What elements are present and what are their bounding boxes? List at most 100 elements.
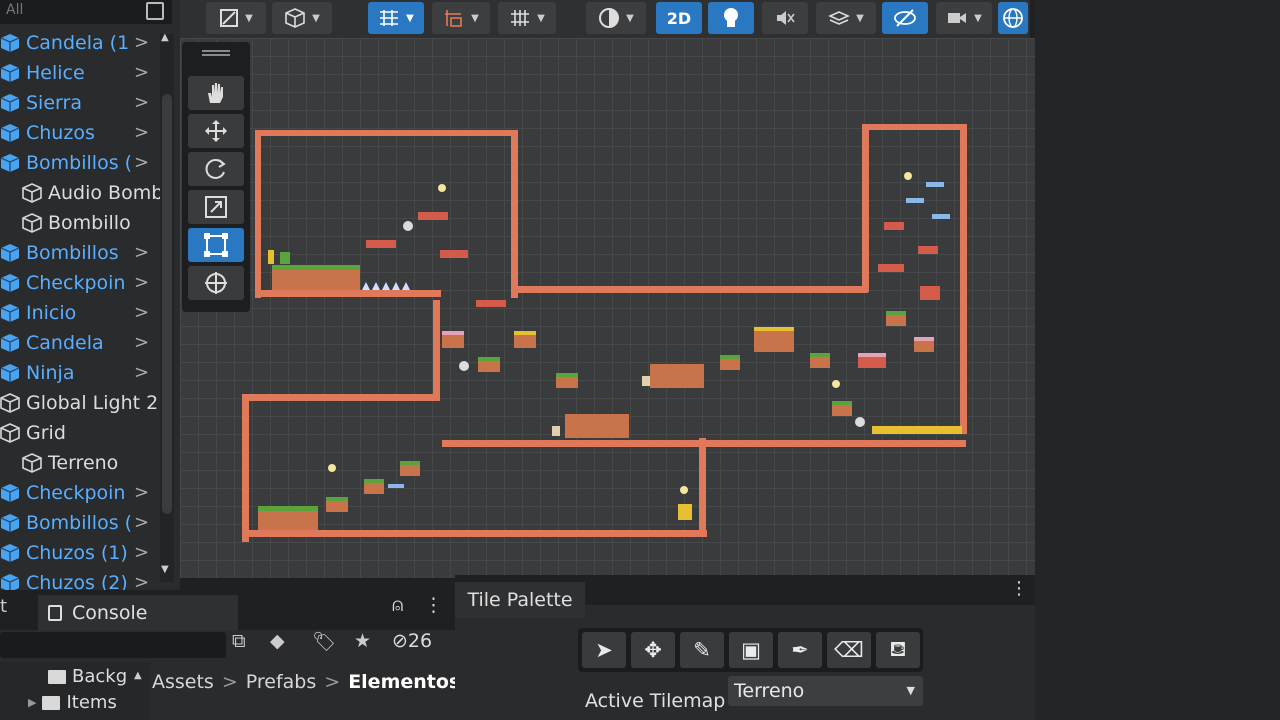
transform-tool-button[interactable] <box>188 266 244 300</box>
chevron-down-icon: ▼ <box>856 12 864 24</box>
rect-tool-button[interactable] <box>188 228 244 262</box>
breadcrumb-item[interactable]: Prefabs <box>246 671 317 693</box>
mode-2d-toggle[interactable]: 2D <box>656 2 702 34</box>
globe-icon <box>1003 8 1023 28</box>
lock-icon[interactable]: ⍝ <box>392 594 403 616</box>
hierarchy-item[interactable]: Chuzos (1) > <box>0 538 149 568</box>
folder-item[interactable]: Backg <box>48 666 127 687</box>
pick-tool-button[interactable]: ✒ <box>778 632 822 668</box>
scroll-down-icon[interactable]: ▼ <box>161 564 169 575</box>
folder-label: Items <box>66 692 117 713</box>
lighting-toggle[interactable] <box>708 2 754 34</box>
drag-handle-icon[interactable] <box>202 50 230 52</box>
hierarchy-item[interactable]: Ninja > <box>0 358 149 388</box>
hierarchy-search-field[interactable]: All <box>0 0 172 24</box>
filter-by-label-icon[interactable]: 🏷 <box>312 630 336 653</box>
draw-mode-button[interactable]: ▼ <box>206 2 266 34</box>
gizmos-globe-toggle[interactable] <box>998 2 1028 34</box>
audio-toggle[interactable] <box>762 2 808 34</box>
hierarchy-item[interactable]: Bombillos (> <box>0 148 149 178</box>
hierarchy-item[interactable]: Checkpoin > <box>0 268 149 298</box>
hierarchy-item[interactable]: Terreno <box>22 448 118 478</box>
effects-button[interactable]: ▼ <box>816 2 876 34</box>
scene-tools-palette <box>182 42 250 312</box>
folder-tree: Backg ▶ Items ▲ <box>0 662 150 720</box>
project-tab-stub[interactable]: t <box>0 596 7 617</box>
hidden-packages-counter[interactable]: ⊘26 <box>392 630 432 652</box>
hierarchy-scroll-thumb[interactable] <box>162 94 172 514</box>
rotate-tool-button[interactable] <box>188 152 244 186</box>
scene-toolbar: ▼ ▼ ▼ ▼ ▼ ▼ 2D ▼ ▼ <box>180 0 1030 38</box>
scene-visibility-toggle[interactable] <box>882 2 928 34</box>
scroll-up-icon[interactable]: ▲ <box>134 670 142 681</box>
hierarchy-item[interactable]: Global Light 2 <box>0 388 158 418</box>
chevron-right-icon[interactable]: > <box>134 332 149 353</box>
hand-tool-button[interactable] <box>188 76 244 110</box>
chevron-right-icon[interactable]: > <box>134 272 149 293</box>
hierarchy-item[interactable]: Candela > <box>0 328 149 358</box>
breadcrumb-current[interactable]: Elementos <box>348 671 460 693</box>
move-arrows-icon <box>205 120 227 142</box>
hierarchy-item[interactable]: Grid <box>0 418 66 448</box>
gizmo-toggle-button[interactable]: ▼ <box>368 2 424 34</box>
shading-mode-button[interactable]: ▼ <box>272 2 332 34</box>
hierarchy-item-label: Candela <box>26 332 104 354</box>
folder-item[interactable]: ▶ Items <box>28 692 117 713</box>
hierarchy-item[interactable]: Chuzos > <box>0 118 149 148</box>
hierarchy-item[interactable]: Candela (1 > <box>0 28 149 58</box>
chevron-right-icon[interactable]: > <box>134 542 149 563</box>
hierarchy-item[interactable]: Helice > <box>0 58 149 88</box>
scroll-up-icon[interactable]: ▲ <box>161 32 169 43</box>
move-tool-button[interactable] <box>188 114 244 148</box>
more-options-icon[interactable]: ⋮ <box>424 594 443 616</box>
folder-label: Backg <box>72 666 128 687</box>
box-fill-tool-button[interactable]: ▣ <box>729 632 773 668</box>
chevron-right-icon[interactable]: > <box>134 572 149 590</box>
paint-brush-tool-button[interactable]: ✎ <box>680 632 724 668</box>
scene-view[interactable] <box>180 38 1035 578</box>
hierarchy-item[interactable]: Bombillo <box>22 208 131 238</box>
camera-button[interactable]: ▼ <box>936 2 992 34</box>
chevron-right-icon[interactable]: ▶ <box>28 696 36 709</box>
more-options-icon[interactable]: ⋮ <box>1010 578 1028 599</box>
tab-console[interactable]: Console <box>38 595 238 631</box>
chevron-right-icon[interactable]: > <box>134 482 149 503</box>
hierarchy-item[interactable]: Checkpoin > <box>0 478 149 508</box>
chevron-right-icon[interactable]: > <box>134 242 149 263</box>
snap-button[interactable]: ▼ <box>432 2 490 34</box>
hierarchy-item[interactable]: Audio Bomb <box>22 178 163 208</box>
favorite-star-icon[interactable]: ★ <box>354 630 371 652</box>
hierarchy-item[interactable]: Bombillos (> <box>0 508 149 538</box>
hierarchy-item-label: Ninja <box>26 362 75 384</box>
filter-by-type-icon[interactable]: ◆ <box>270 630 285 652</box>
select-tool-button[interactable]: ➤ <box>582 632 626 668</box>
chevron-right-icon[interactable]: > <box>134 62 149 83</box>
project-search-input[interactable] <box>0 632 226 658</box>
render-mode-button[interactable]: ▼ <box>586 2 646 34</box>
erase-tool-button[interactable]: ⌫ <box>827 632 871 668</box>
hierarchy-scrollbar[interactable]: ▲ ▼ <box>160 32 174 582</box>
hierarchy-item-label: Bombillos ( <box>26 152 133 174</box>
scale-tool-button[interactable] <box>188 190 244 224</box>
hierarchy-item[interactable]: Sierra > <box>0 88 149 118</box>
tile-move-tool-button[interactable]: ✥ <box>631 632 675 668</box>
chevron-right-icon[interactable]: > <box>134 512 149 533</box>
rect-transform-icon <box>204 233 228 257</box>
chevron-right-icon[interactable]: > <box>134 152 149 173</box>
hierarchy-item[interactable]: Inicio > <box>0 298 149 328</box>
chevron-right-icon[interactable]: > <box>134 302 149 323</box>
breadcrumb-item[interactable]: Assets <box>152 671 214 693</box>
grid-visibility-button[interactable]: ▼ <box>498 2 556 34</box>
active-tilemap-dropdown[interactable]: Terreno ▼ <box>728 676 923 706</box>
chevron-right-icon[interactable]: > <box>134 32 149 53</box>
hierarchy-item[interactable]: Bombillos > <box>0 238 149 268</box>
player-start <box>268 250 290 264</box>
chevron-right-icon[interactable]: > <box>134 362 149 383</box>
create-prefab-icon[interactable]: ⧉ <box>232 630 246 652</box>
tab-tile-palette[interactable]: Tile Palette <box>455 582 585 618</box>
maximize-icon[interactable] <box>146 2 164 20</box>
fill-tool-button[interactable]: ⛾ <box>876 632 920 668</box>
chevron-right-icon[interactable]: > <box>134 122 149 143</box>
chevron-right-icon[interactable]: > <box>134 92 149 113</box>
hierarchy-item[interactable]: Chuzos (2) > <box>0 568 149 590</box>
